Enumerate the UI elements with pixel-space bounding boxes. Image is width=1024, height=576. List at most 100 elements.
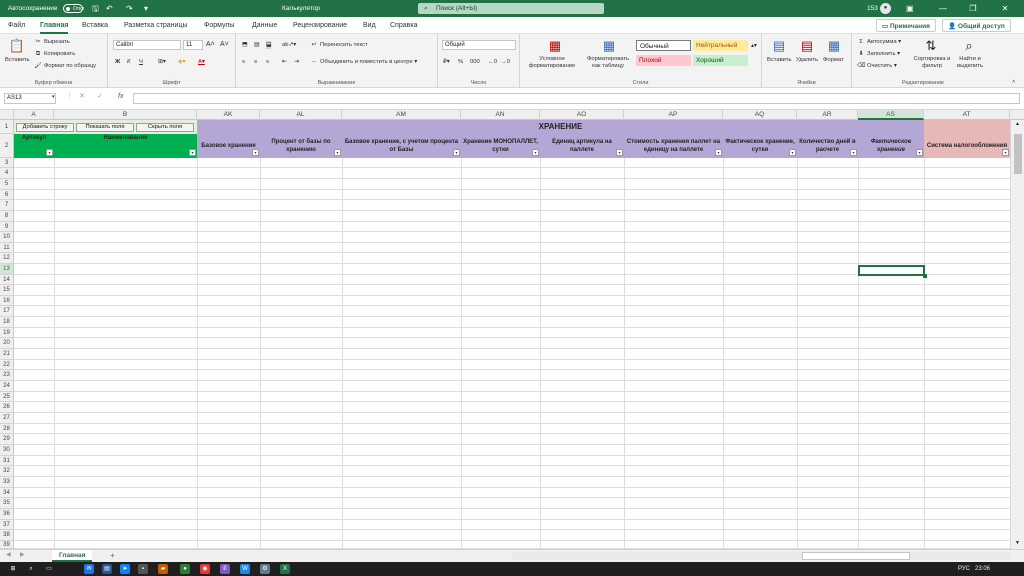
conditional-format-icon[interactable]: ▦ [546, 38, 564, 54]
decrease-indent-icon[interactable]: ⇤ [282, 58, 287, 66]
delete-cells-icon[interactable]: ▤ [798, 38, 816, 54]
insert-function-icon[interactable]: fx [118, 93, 123, 100]
filter-dropdown-ap-icon[interactable]: ▾ [715, 149, 722, 156]
row-header-4[interactable]: 4 [0, 168, 14, 179]
align-top-icon[interactable]: ⬒ [242, 41, 247, 49]
minimize-icon[interactable]: — [932, 0, 954, 17]
row-header-38[interactable]: 38 [0, 530, 14, 541]
vertical-scroll-thumb[interactable] [1014, 134, 1022, 174]
row-header-16[interactable]: 16 [0, 296, 14, 306]
fill-button[interactable]: ⬇ Заполнить ▾ [857, 50, 900, 58]
percent-icon[interactable]: % [458, 58, 463, 66]
tab-insert[interactable]: Вставка [82, 17, 108, 34]
row-header-13[interactable]: 13 [0, 264, 14, 275]
column-header-ap[interactable]: AP [624, 110, 723, 120]
language-indicator[interactable]: РУС [958, 562, 970, 576]
collapse-ribbon-icon[interactable]: ˄ [1012, 78, 1015, 86]
column-header-b[interactable]: B [54, 110, 197, 120]
row-header-18[interactable]: 18 [0, 317, 14, 328]
row-header-30[interactable]: 30 [0, 445, 14, 456]
column-header-ak[interactable]: AK [197, 110, 260, 120]
font-color-icon[interactable]: A▾ [198, 58, 205, 66]
row-header-3[interactable]: 3 [0, 158, 14, 168]
save-icon[interactable]: 🖫 [92, 2, 99, 15]
row-header-2[interactable]: 2 [0, 134, 14, 158]
autosave-toggle[interactable]: Откл [63, 4, 84, 13]
taskbar-app-green-icon[interactable]: ● [180, 564, 190, 574]
ribbon-display-icon[interactable]: ▣ [906, 2, 914, 15]
row-header-35[interactable]: 35 [0, 498, 14, 509]
tab-home[interactable]: Главная [40, 17, 69, 34]
decrease-decimal-icon[interactable]: →0 [501, 58, 510, 66]
row-header-19[interactable]: 19 [0, 328, 14, 338]
column-header-ar[interactable]: AR [797, 110, 858, 120]
copy-button[interactable]: ⧉ Копировать [34, 50, 75, 58]
search-box[interactable]: ⌕ Поиск (Alt+Ы) [418, 3, 604, 14]
taskbar-app-generic-icon[interactable]: ▪ [138, 564, 148, 574]
style-neutral[interactable]: Нейтральный [693, 40, 748, 51]
tab-review[interactable]: Рецензирование [293, 17, 347, 34]
tab-data[interactable]: Данные [252, 17, 277, 34]
filter-dropdown-as-icon[interactable]: ▾ [916, 149, 923, 156]
windows-start-icon[interactable]: ⊞ [8, 564, 18, 574]
filter-dropdown-ao-icon[interactable]: ▾ [616, 149, 623, 156]
filter-dropdown-ar-icon[interactable]: ▾ [850, 149, 857, 156]
wrap-text-button[interactable]: ↵ Переносить текст [310, 41, 368, 49]
filter-dropdown-aq-icon[interactable]: ▾ [789, 149, 796, 156]
tab-formulas[interactable]: Формулы [204, 17, 234, 34]
scroll-down-icon[interactable]: ▼ [1015, 540, 1020, 546]
tab-page-layout[interactable]: Разметка страницы [124, 17, 188, 34]
row-header-7[interactable]: 7 [0, 200, 14, 211]
confirm-entry-icon[interactable]: ✓ [97, 92, 103, 100]
row-header-31[interactable]: 31 [0, 456, 14, 466]
filter-dropdown-ak-icon[interactable]: ▾ [252, 149, 259, 156]
style-bad[interactable]: Плохой [636, 55, 691, 66]
row-header-25[interactable]: 25 [0, 392, 14, 402]
clear-button[interactable]: ⌫ Очистить ▾ [857, 62, 897, 70]
row-header-17[interactable]: 17 [0, 306, 14, 317]
row-header-34[interactable]: 34 [0, 488, 14, 498]
find-select-icon[interactable]: ⌕ [960, 38, 978, 54]
next-sheet-icon[interactable]: ▶ [20, 551, 25, 558]
row-header-8[interactable]: 8 [0, 211, 14, 222]
hide-fields-button[interactable]: Скрыть поля [136, 123, 194, 132]
taskbar-app-settings-icon[interactable]: ⚙ [260, 564, 270, 574]
font-size-select[interactable]: 11 [183, 40, 203, 50]
add-row-button[interactable]: Добавить строку [16, 123, 74, 132]
format-cells-icon[interactable]: ▦ [825, 38, 843, 54]
horizontal-scroll-thumb[interactable] [802, 552, 910, 560]
column-header-a[interactable]: A [14, 110, 54, 120]
filter-dropdown-at-icon[interactable]: ▾ [1002, 149, 1009, 156]
column-header-am[interactable]: AM [342, 110, 461, 120]
horizontal-scrollbar[interactable] [512, 552, 1010, 560]
scroll-up-icon[interactable]: ▲ [1015, 121, 1020, 127]
filter-dropdown-am-icon[interactable]: ▾ [453, 149, 460, 156]
selected-cell[interactable] [858, 265, 927, 278]
task-view-icon[interactable]: ▭ [44, 564, 54, 574]
taskbar-app-excel-icon[interactable]: X [280, 564, 290, 574]
styles-scroll-icon[interactable]: ▴▾ [751, 42, 757, 50]
conditional-format-button[interactable]: Условное форматирование [526, 56, 578, 70]
row-header-23[interactable]: 23 [0, 370, 14, 381]
insert-cells-icon[interactable]: ▤ [770, 38, 788, 54]
row-header-24[interactable]: 24 [0, 381, 14, 392]
style-good[interactable]: Хороший [693, 55, 748, 66]
add-sheet-button[interactable]: + [110, 550, 115, 562]
row-header-28[interactable]: 28 [0, 424, 14, 434]
show-fields-button[interactable]: Показать поля [76, 123, 134, 132]
filter-dropdown-a-icon[interactable]: ▾ [46, 149, 53, 156]
customize-qat-icon[interactable]: ▾ [144, 2, 148, 15]
taskbar-app-telegram-icon[interactable]: ➤ [120, 564, 130, 574]
column-header-an[interactable]: AN [461, 110, 540, 120]
fill-color-icon[interactable]: ◈▾ [178, 58, 185, 66]
row-header-21[interactable]: 21 [0, 349, 14, 360]
format-painter-button[interactable]: 🖌 Формат по образцу [34, 62, 96, 70]
name-box[interactable]: AS13 [4, 93, 56, 104]
column-header-ao[interactable]: AO [540, 110, 624, 120]
style-normal[interactable]: Обычный [636, 40, 691, 51]
close-icon[interactable]: ✕ [994, 0, 1016, 17]
format-as-table-button[interactable]: Форматировать как таблицу [582, 56, 634, 70]
row-header-11[interactable]: 11 [0, 243, 14, 253]
borders-icon[interactable]: ⊞▾ [158, 58, 166, 66]
column-header-as[interactable]: AS [858, 110, 924, 120]
